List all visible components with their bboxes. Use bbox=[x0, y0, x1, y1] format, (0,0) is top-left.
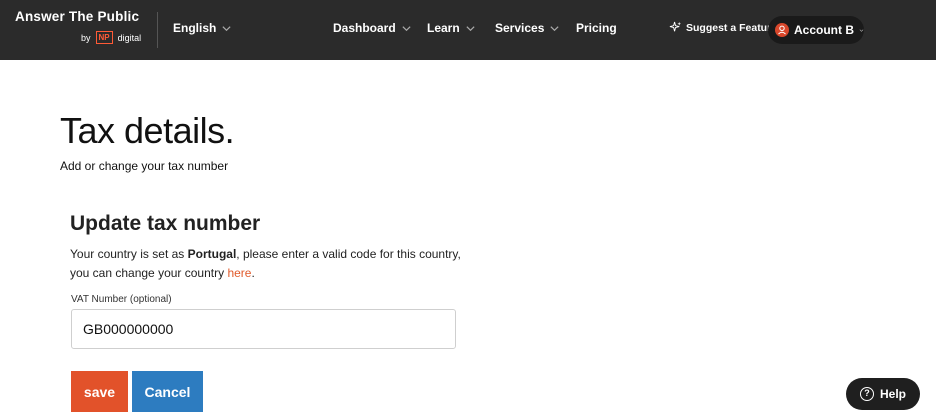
account-menu[interactable]: Account B bbox=[768, 16, 864, 44]
chevron-down-icon bbox=[859, 28, 864, 32]
np-logo-badge: NP bbox=[95, 31, 113, 44]
nav-dashboard-label: Dashboard bbox=[333, 21, 396, 35]
chevron-down-icon bbox=[466, 25, 475, 31]
help-label: Help bbox=[879, 387, 906, 401]
chevron-down-icon bbox=[402, 25, 411, 31]
save-button[interactable]: save bbox=[71, 371, 128, 412]
section-title: Update tax number bbox=[70, 212, 261, 235]
question-circle-icon: ? bbox=[859, 387, 874, 401]
top-navbar: Answer The Public by NP digital English … bbox=[0, 0, 936, 60]
suggest-feature-label: Suggest a Feature bbox=[686, 21, 778, 34]
nav-pricing[interactable]: Pricing bbox=[576, 21, 617, 35]
logo-byline: by NP digital bbox=[81, 31, 141, 44]
chevron-down-icon bbox=[222, 25, 231, 31]
logo-by-text: by bbox=[81, 32, 91, 43]
logo-title: Answer The Public bbox=[15, 9, 140, 24]
language-selector[interactable]: English bbox=[173, 21, 232, 35]
chevron-down-icon bbox=[550, 25, 559, 31]
page-title: Tax details. bbox=[60, 110, 235, 151]
change-country-link[interactable]: here bbox=[227, 266, 251, 280]
nav-learn[interactable]: Learn bbox=[427, 21, 476, 35]
account-label: Account B bbox=[794, 23, 854, 37]
nav-services-label: Services bbox=[495, 21, 545, 35]
vat-number-label: VAT Number (optional) bbox=[71, 294, 172, 305]
notice-text-start: Your country is set as bbox=[70, 247, 188, 261]
user-avatar-icon bbox=[775, 23, 789, 37]
nav-learn-label: Learn bbox=[427, 21, 460, 35]
logo-digital-text: digital bbox=[117, 32, 142, 43]
nav-dashboard[interactable]: Dashboard bbox=[333, 21, 412, 35]
logo[interactable]: Answer The Public by NP digital bbox=[15, 9, 145, 44]
notice-text-end: . bbox=[251, 266, 255, 280]
page-subtitle: Add or change your tax number bbox=[60, 159, 229, 173]
language-label: English bbox=[173, 21, 217, 35]
suggest-feature-button[interactable]: Suggest a Feature bbox=[669, 21, 777, 34]
country-name: Portugal bbox=[187, 247, 237, 261]
header-divider bbox=[157, 12, 158, 48]
sparkle-icon bbox=[669, 21, 682, 32]
country-notice: Your country is set as Portugal, please … bbox=[70, 245, 470, 283]
cancel-button[interactable]: Cancel bbox=[132, 371, 203, 412]
vat-number-input[interactable] bbox=[71, 309, 456, 349]
help-button[interactable]: ? Help bbox=[846, 378, 920, 410]
nav-services[interactable]: Services bbox=[495, 21, 560, 35]
nav-pricing-label: Pricing bbox=[576, 21, 617, 35]
